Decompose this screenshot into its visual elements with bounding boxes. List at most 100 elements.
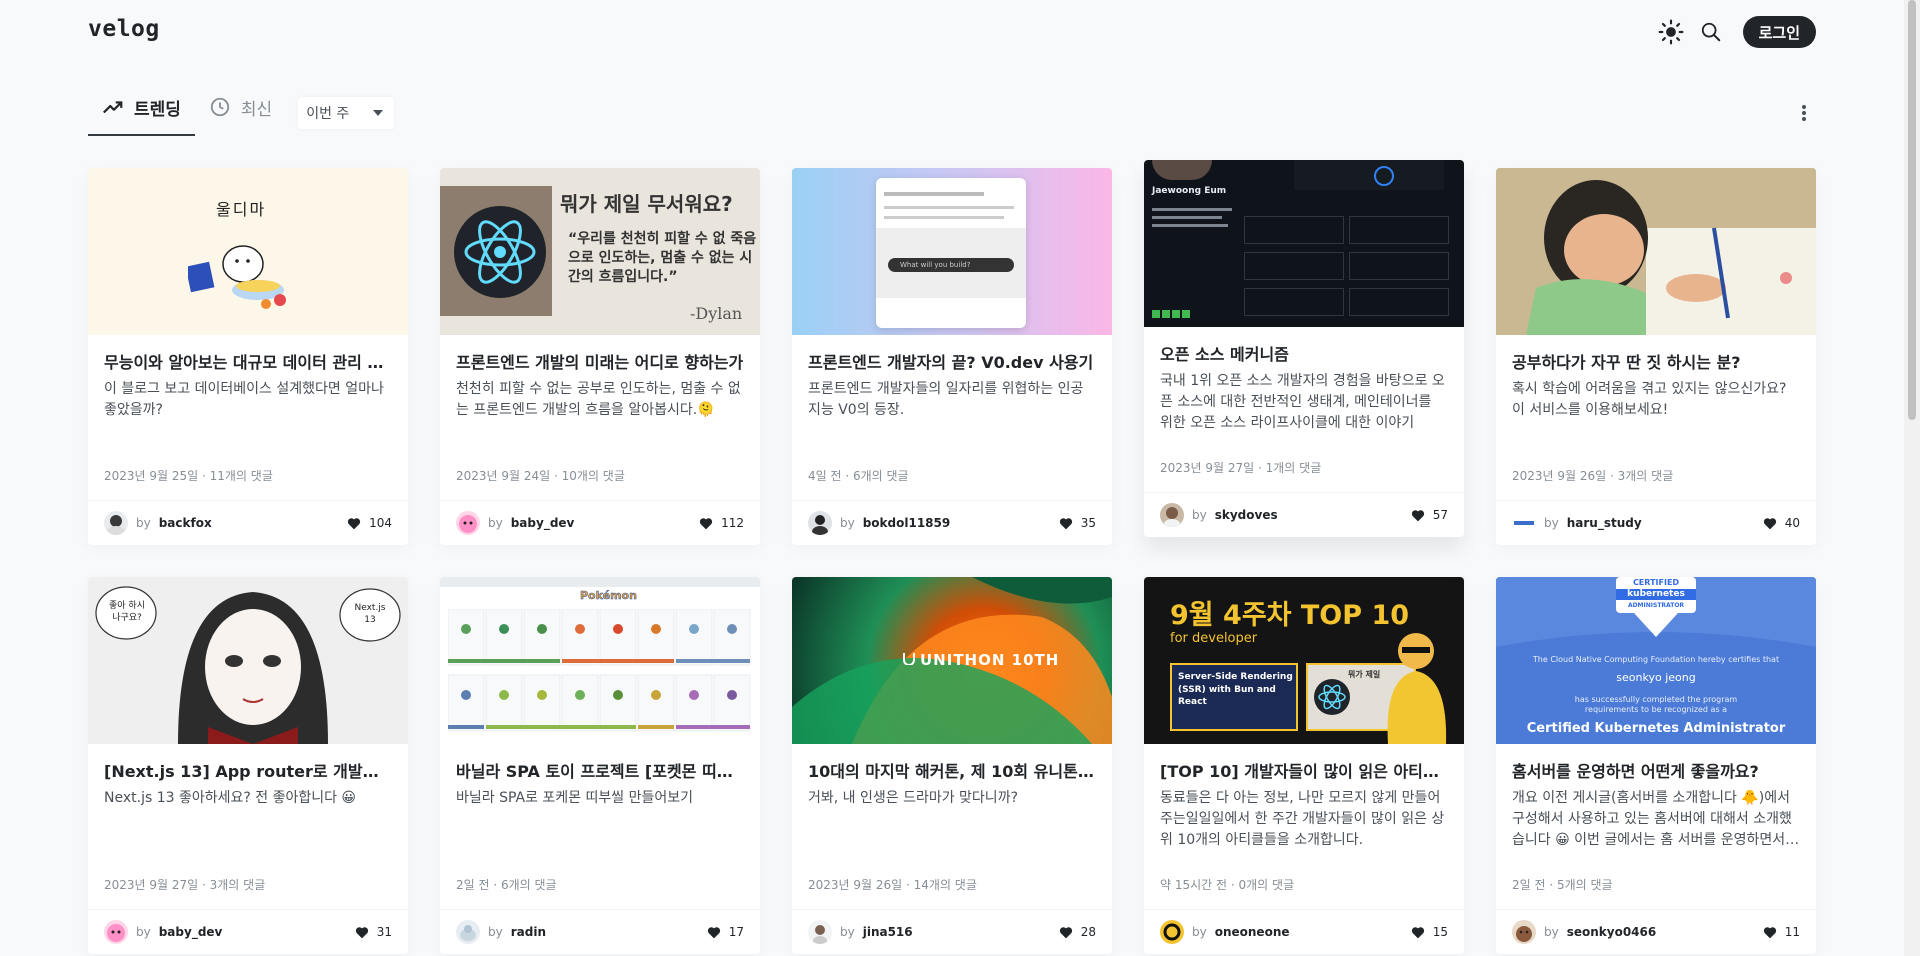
- post-footer: by bokdol11859 35: [792, 500, 1112, 545]
- search-button[interactable]: [1691, 12, 1731, 52]
- author-name: oneoneone: [1214, 925, 1290, 939]
- author-name: radin: [510, 925, 546, 939]
- page-scrollbar[interactable]: [1904, 0, 1920, 956]
- post-card[interactable]: 공부하다가 자꾸 딴 짓 하시는 분? 혹시 학습에 어려움을 겪고 있지는 않…: [1496, 168, 1816, 545]
- cert-badge-top: CERTIFIED: [1632, 578, 1680, 587]
- author-name: backfox: [158, 516, 212, 530]
- post-title[interactable]: [TOP 10] 개발자들이 많이 읽은 아티클 모음: [1160, 760, 1448, 784]
- cert-recipient: seonkyo jeong: [1616, 671, 1696, 684]
- theme-toggle-button[interactable]: [1651, 12, 1691, 52]
- post-title[interactable]: 공부하다가 자꾸 딴 짓 하시는 분?: [1512, 351, 1800, 375]
- post-title[interactable]: 프론트엔드 개발자의 끝? V0.dev 사용기: [808, 351, 1096, 375]
- tab-recent[interactable]: 최신: [195, 84, 286, 130]
- post-author[interactable]: by oneoneone: [1160, 920, 1290, 944]
- like-number: 31: [376, 925, 392, 939]
- post-card[interactable]: Pokémon 바닐라 SPA 토이 프로젝트 [포켓몬 띠부씰] 바닐라 SP…: [440, 577, 760, 954]
- post-description: 거봐, 내 인생은 드라마가 맞다니까?: [808, 790, 1019, 806]
- cert-badge-middle: kubernetes: [1627, 589, 1685, 599]
- period-dropdown[interactable]: 이번 주: [298, 97, 395, 129]
- author-name: bokdol11859: [862, 516, 951, 530]
- author-name: baby_dev: [510, 516, 575, 530]
- post-meta: 2일 전 · 6개의 댓글: [456, 878, 557, 892]
- avatar: [808, 920, 832, 944]
- post-meta: 2023년 9월 26일 · 14개의 댓글: [808, 878, 977, 892]
- post-footer: by skydoves 57: [1144, 492, 1464, 537]
- post-meta: 2023년 9월 24일 · 10개의 댓글: [456, 469, 625, 483]
- cert-badge-bottom: ADMINISTRATOR: [1627, 602, 1685, 609]
- post-card[interactable]: UNITHON 10TH 10대의 마지막 해커톤, 제 10회 유니톤 회고 …: [792, 577, 1112, 954]
- avatar: [104, 920, 128, 944]
- post-meta: 2023년 9월 26일 · 3개의 댓글: [1512, 469, 1674, 483]
- post-description: 국내 1위 오픈 소스 개발자의 경험을 바탕으로 오픈 소스에 대한 전반적인…: [1160, 373, 1445, 431]
- logo[interactable]: velog: [88, 16, 160, 42]
- post-author[interactable]: by baby_dev: [104, 920, 222, 944]
- cert-title: Certified Kubernetes Administrator: [1526, 721, 1786, 736]
- post-author[interactable]: by radin: [456, 920, 546, 944]
- post-card[interactable]: CERTIFIED kubernetes ADMINISTRATOR The C…: [1496, 577, 1816, 954]
- author-name: baby_dev: [158, 925, 223, 939]
- by-label: by: [840, 516, 855, 530]
- more-menu-button[interactable]: [1792, 97, 1816, 129]
- heart-icon: [707, 926, 720, 938]
- post-title[interactable]: 홈서버를 운영하면 어떤게 좋을까요?: [1512, 760, 1800, 784]
- period-selected-label: 이번 주: [306, 106, 350, 122]
- like-number: 17: [728, 925, 744, 939]
- like-number: 15: [1432, 925, 1448, 939]
- by-label: by: [488, 925, 503, 939]
- tab-trending[interactable]: 트렌딩: [88, 84, 195, 136]
- tab-recent-label: 최신: [240, 99, 273, 120]
- post-title[interactable]: [Next.js 13] App router로 개발을 시작해보자: [104, 760, 392, 784]
- post-title[interactable]: 무능이와 알아보는 대규모 데이터 관리 기법: [104, 351, 392, 375]
- unithon-logo-icon: [903, 653, 915, 665]
- like-number: 57: [1432, 508, 1448, 522]
- post-footer: by backfox 104: [88, 500, 408, 545]
- article-preview-1: Server-Side Rendering (SSR) with Bun and…: [1170, 663, 1298, 731]
- post-footer: by haru_study 40: [1496, 500, 1816, 545]
- post-card[interactable]: 좋아 하시나구요? Next.js 13 [Next.js 13] App ro…: [88, 577, 408, 954]
- cert-line-2: has successfully completed the program r…: [1574, 695, 1738, 715]
- avatar: [808, 511, 832, 535]
- by-label: by: [1192, 925, 1207, 939]
- post-card[interactable]: Jaewoong Eum 오픈 소스 메커니즘 국내 1위 오픈 소스 개발자의…: [1144, 160, 1464, 537]
- post-author[interactable]: by haru_study: [1512, 511, 1642, 535]
- post-title[interactable]: 바닐라 SPA 토이 프로젝트 [포켓몬 띠부씰]: [456, 760, 744, 784]
- post-card[interactable]: 울디마 무능이와 알아보는 대규모 데이터 관리 기법 이 블로그 보고 데이터…: [88, 168, 408, 545]
- post-grid: 울디마 무능이와 알아보는 대규모 데이터 관리 기법 이 블로그 보고 데이터…: [88, 160, 1816, 954]
- post-author[interactable]: by jina516: [808, 920, 913, 944]
- post-thumbnail: 울디마: [88, 168, 408, 335]
- character-3d-illustration: [1387, 633, 1447, 744]
- post-author[interactable]: by skydoves: [1160, 503, 1278, 527]
- post-description: 천천히 피할 수 없는 공부로 인도하는, 멈출 수 없는 프론트엔드 개발의 …: [456, 381, 741, 418]
- caret-down-icon: [373, 110, 384, 116]
- post-description: Next.js 13 좋아하세요? 전 좋아합니다 😀: [104, 790, 357, 806]
- heart-icon: [347, 517, 361, 529]
- react-logo-portrait: [440, 186, 552, 316]
- post-footer: by baby_dev 31: [88, 909, 408, 954]
- post-title[interactable]: 프론트엔드 개발의 미래는 어디로 향하는가: [456, 351, 744, 375]
- post-title[interactable]: 오픈 소스 메커니즘: [1160, 343, 1448, 367]
- post-meta: 약 15시간 전 · 0개의 댓글: [1160, 878, 1295, 892]
- thumbnail-caption: 울디마: [216, 200, 267, 219]
- post-author[interactable]: by backfox: [104, 511, 212, 535]
- post-card[interactable]: What will you build? 프론트엔드 개발자의 끝? V0.de…: [792, 168, 1112, 545]
- github-profile-name: Jaewoong Eum: [1152, 186, 1227, 196]
- avatar: [456, 511, 480, 535]
- post-card[interactable]: 뭐가 제일 무서워요? “우리를 천천히 피할 수 없 죽음으로 인도하는, 멈…: [440, 168, 760, 545]
- post-footer: by oneoneone 15: [1144, 909, 1464, 954]
- post-thumbnail: 좋아 하시나구요? Next.js 13: [88, 577, 408, 744]
- post-meta: 2023년 9월 27일 · 3개의 댓글: [104, 878, 266, 892]
- post-description: 바닐라 SPA로 포케몬 띠부씰 만들어보기: [456, 790, 694, 806]
- post-author[interactable]: by bokdol11859: [808, 511, 950, 535]
- post-author[interactable]: by baby_dev: [456, 511, 574, 535]
- heart-icon: [699, 517, 713, 529]
- post-title[interactable]: 10대의 마지막 해커톤, 제 10회 유니톤 회고: [808, 760, 1096, 784]
- login-button[interactable]: 로그인: [1742, 16, 1816, 48]
- scrollbar-thumb[interactable]: [1908, 0, 1916, 420]
- post-description: 동료들은 다 아는 정보, 나만 모르지 않게 만들어주는일일일에서 한 주간 …: [1160, 790, 1445, 848]
- post-card[interactable]: 9월 4주차 TOP 10 for developer Server-Side …: [1144, 577, 1464, 954]
- post-author[interactable]: by seonkyo0466: [1512, 920, 1656, 944]
- header-actions: 로그인: [1651, 12, 1816, 52]
- by-label: by: [1544, 925, 1559, 939]
- tab-trending-label: 트렌딩: [134, 99, 181, 120]
- post-footer: by seonkyo0466 11: [1496, 909, 1816, 954]
